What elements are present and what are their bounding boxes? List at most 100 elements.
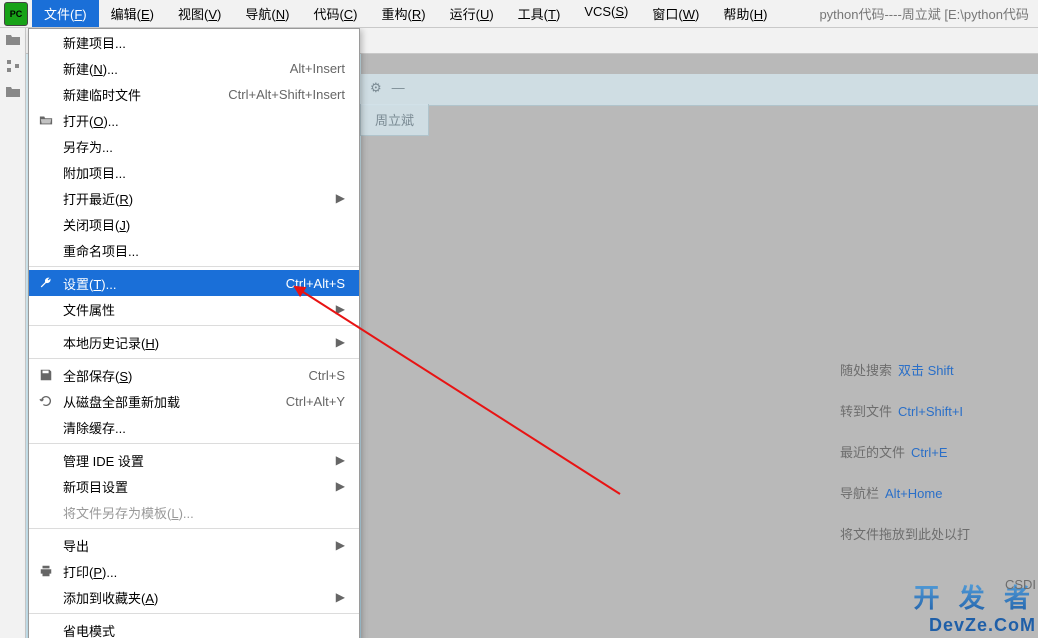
menu-item-15[interactable]: 全部保存(S) Ctrl+S [29,362,359,388]
watermark: CSDI 开 发 者 DevZe.CoM [914,578,1036,636]
print-icon [37,564,55,578]
menu-item-25[interactable]: 添加到收藏夹(A) ▶ [29,584,359,610]
file-menu-dropdown: 新建项目... 新建(N)... Alt+Insert 新建临时文件 Ctrl+Alt+… [28,28,360,638]
menu-item-label: 打印(P)... [63,562,345,581]
shortcut-keys: Alt+Home [885,486,942,501]
shortcut-keys: Ctrl+E [911,445,947,460]
menu-item-label: 附加项目... [63,163,345,182]
menu-item-4[interactable]: 另存为... [29,133,359,159]
menu-item-shortcut: Alt+Insert [290,61,345,76]
menubar: PC 文件(F)编辑(E)视图(V)导航(N)代码(C)重构(R)运行(U)工具… [0,0,1038,28]
tab-strip [360,74,1038,106]
editor-tab[interactable]: 周立斌 [360,104,429,136]
submenu-arrow-icon: ▶ [336,335,345,349]
menu-item-3[interactable]: 打开(O)... [29,107,359,133]
menu-5[interactable]: 重构(R) [370,0,438,27]
reload-icon [37,394,55,408]
menu-8[interactable]: VCS(S) [572,0,640,27]
shortcut-label: 转到文件 [840,404,892,419]
menu-item-label: 打开(O)... [63,111,345,130]
submenu-arrow-icon: ▶ [336,538,345,552]
menu-item-label: 设置(T)... [63,274,274,293]
shortcut-label: 最近的文件 [840,445,905,460]
csdn-hint: CSDI [1005,577,1036,592]
menu-item-23[interactable]: 导出 ▶ [29,532,359,558]
menu-item-label: 新项目设置 [63,477,328,496]
submenu-arrow-icon: ▶ [336,479,345,493]
menu-item-6[interactable]: 打开最近(R) ▶ [29,185,359,211]
menu-item-label: 全部保存(S) [63,366,297,385]
app-icon: PC [4,2,28,26]
menu-item-0[interactable]: 新建项目... [29,29,359,55]
menu-item-label: 将文件另存为模板(L)... [63,503,345,522]
menu-2[interactable]: 视图(V) [166,0,233,27]
menu-1[interactable]: 编辑(E) [99,0,166,27]
submenu-arrow-icon: ▶ [336,453,345,467]
menu-9[interactable]: 窗口(W) [640,0,711,27]
menu-item-5[interactable]: 附加项目... [29,159,359,185]
menu-item-shortcut: Ctrl+Alt+Shift+Insert [228,87,345,102]
menu-item-shortcut: Ctrl+Alt+S [286,276,345,291]
shortcut-label: 随处搜索 [840,363,892,378]
menu-item-label: 重命名项目... [63,241,345,260]
structure-icon[interactable] [5,58,21,74]
save-icon [37,368,55,382]
menu-item-shortcut: Ctrl+Alt+Y [286,394,345,409]
shortcut-keys: 双击 Shift [898,363,954,378]
shortcut-label: 导航栏 [840,486,879,501]
submenu-arrow-icon: ▶ [336,590,345,604]
menu-item-label: 导出 [63,536,328,555]
menu-item-label: 添加到收藏夹(A) [63,588,328,607]
menu-item-label: 打开最近(R) [63,189,328,208]
menu-item-27[interactable]: 省电模式 [29,617,359,638]
menu-0[interactable]: 文件(F) [32,0,99,27]
shortcut-hint-1: 转到文件 Ctrl+Shift+I [840,401,1038,420]
menu-item-label: 从磁盘全部重新加载 [63,392,274,411]
menu-item-1[interactable]: 新建(N)... Alt+Insert [29,55,359,81]
menu-item-label: 关闭项目(J) [63,215,345,234]
menu-item-21: 将文件另存为模板(L)... [29,499,359,525]
menu-item-label: 新建临时文件 [63,85,216,104]
folder2-icon[interactable] [5,84,21,100]
menu-4[interactable]: 代码(C) [301,0,369,27]
menu-item-13[interactable]: 本地历史记录(H) ▶ [29,329,359,355]
shortcut-keys: Ctrl+Shift+I [898,404,963,419]
menu-item-20[interactable]: 新项目设置 ▶ [29,473,359,499]
menu-6[interactable]: 运行(U) [438,0,506,27]
folder-open-icon [37,113,55,127]
menu-item-17[interactable]: 清除缓存... [29,414,359,440]
left-toolbar [0,28,26,638]
menu-item-label: 新建(N)... [63,59,278,78]
menu-item-label: 新建项目... [63,33,345,52]
menu-item-11[interactable]: 文件属性 ▶ [29,296,359,322]
gear-icon[interactable]: ⚙ [370,80,382,96]
menu-7[interactable]: 工具(T) [506,0,573,27]
window-title: python代码----周立斌 [E:\python代码 [819,4,1029,23]
menu-item-label: 本地历史记录(H) [63,333,328,352]
minimize-icon[interactable]: — [392,80,405,96]
menu-item-shortcut: Ctrl+S [309,368,345,383]
menu-item-24[interactable]: 打印(P)... [29,558,359,584]
menu-item-label: 清除缓存... [63,418,345,437]
menu-3[interactable]: 导航(N) [233,0,301,27]
menu-10[interactable]: 帮助(H) [711,0,779,27]
menu-item-8[interactable]: 重命名项目... [29,237,359,263]
watermark-line2: DevZe.CoM [914,615,1036,636]
menu-item-7[interactable]: 关闭项目(J) [29,211,359,237]
menu-item-19[interactable]: 管理 IDE 设置 ▶ [29,447,359,473]
shortcut-hint-2: 最近的文件 Ctrl+E [840,442,1038,461]
menu-item-10[interactable]: 设置(T)... Ctrl+Alt+S [29,270,359,296]
menu-item-label: 省电模式 [63,621,345,638]
welcome-shortcuts: 随处搜索双击 Shift 转到文件 Ctrl+Shift+I 最近的文件 Ctrl+E 导… [840,360,1038,565]
menu-item-label: 文件属性 [63,300,328,319]
menu-item-label: 管理 IDE 设置 [63,451,328,470]
submenu-arrow-icon: ▶ [336,302,345,316]
shortcut-label: 将文件拖放到此处以打 [840,527,970,542]
folder-icon[interactable] [5,32,21,48]
menu-item-2[interactable]: 新建临时文件 Ctrl+Alt+Shift+Insert [29,81,359,107]
shortcut-hint-0: 随处搜索双击 Shift [840,360,1038,379]
menu-item-16[interactable]: 从磁盘全部重新加载 Ctrl+Alt+Y [29,388,359,414]
submenu-arrow-icon: ▶ [336,191,345,205]
menu-item-label: 另存为... [63,137,345,156]
shortcut-hint-4: 将文件拖放到此处以打 [840,524,1038,543]
